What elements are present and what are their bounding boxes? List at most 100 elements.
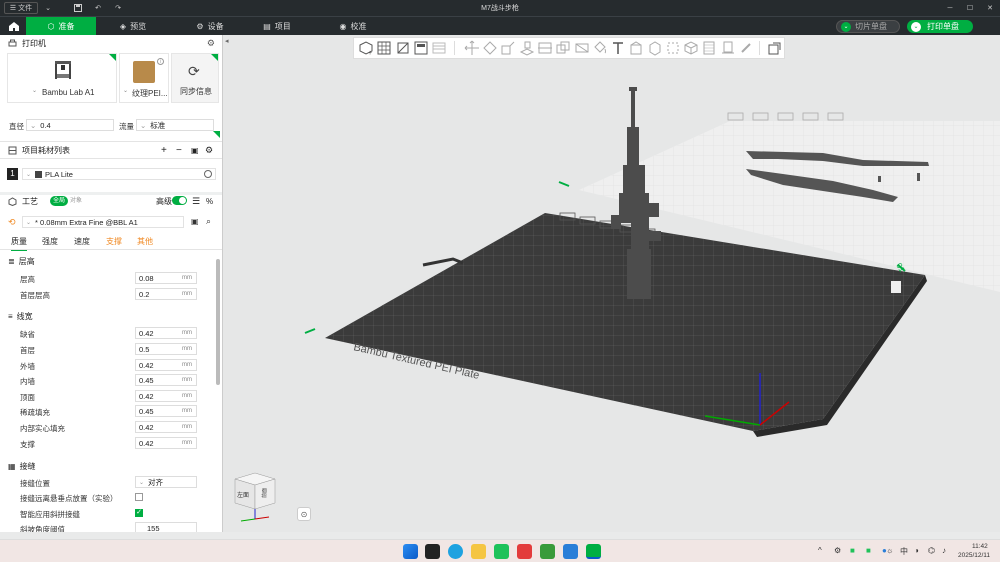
tab-support[interactable]: 支撑 <box>106 236 122 247</box>
seam-paint-icon[interactable] <box>645 39 663 57</box>
support-paint-icon[interactable] <box>627 39 645 57</box>
scale-icon[interactable] <box>499 39 517 57</box>
tab-preview[interactable]: ◈ 预览 <box>108 17 158 36</box>
move-icon[interactable] <box>463 39 481 57</box>
line-width-input[interactable]: 0.45 mm <box>135 374 197 386</box>
3d-viewport[interactable]: ◂ Bambu Textured PEI Plate 01 + 左面 前面 ⊙ <box>223 35 1000 532</box>
process-preset-select[interactable]: ⌄ * 0.08mm Extra Fine @BBL A1 <box>22 216 184 228</box>
edge-browser-icon[interactable] <box>448 544 463 559</box>
tab-others[interactable]: 其他 <box>137 236 153 247</box>
windows-start-icon[interactable] <box>403 544 418 559</box>
printer-card[interactable]: ⌄ Bambu Lab A1 <box>7 53 117 103</box>
measure-icon[interactable] <box>664 39 682 57</box>
print-button[interactable]: ⌄ 打印单盘 <box>907 20 973 33</box>
tray-messaging-icon[interactable]: ■ <box>866 546 871 555</box>
seam-position-select[interactable]: ⌄ 对齐 <box>135 476 197 488</box>
close-button[interactable]: ✕ <box>984 2 996 14</box>
input-method-icon[interactable]: ◑ <box>914 546 919 555</box>
view-icon[interactable] <box>766 39 784 57</box>
ime-indicator[interactable]: 中 <box>900 546 908 557</box>
add-filament-icon[interactable]: + <box>161 145 167 156</box>
clock-time[interactable]: 11:42 <box>972 543 988 550</box>
maximize-button[interactable]: ☐ <box>964 2 976 14</box>
tab-device[interactable]: ⚙ 设备 <box>185 17 235 36</box>
tab-prepare[interactable]: ⬡ 准备 <box>26 17 96 36</box>
line-width-input[interactable]: 0.42 mm <box>135 359 197 371</box>
nozzle-select[interactable]: ⌄ 0.4 <box>26 119 114 131</box>
add-object-icon[interactable]: + <box>357 39 375 57</box>
print-dropdown-icon[interactable]: ⌄ <box>911 21 921 32</box>
arrange-icon[interactable] <box>412 39 430 57</box>
tab-calibration[interactable]: ◉ 校准 <box>328 17 378 36</box>
remove-filament-icon[interactable]: − <box>176 145 182 156</box>
list-icon[interactable]: ☰ <box>192 196 200 207</box>
printer-settings-icon[interactable]: ⚙ <box>207 38 215 49</box>
percent-icon[interactable]: % <box>206 197 213 206</box>
reset-icon[interactable]: ⟲ <box>8 217 16 228</box>
tray-wechat-icon[interactable]: ■ <box>850 546 855 555</box>
printer-dropdown-icon[interactable]: ⌄ <box>32 87 37 94</box>
bambu-studio-icon[interactable] <box>586 544 601 559</box>
modifier-icon[interactable] <box>737 39 755 57</box>
slice-button[interactable]: ⌄ 切片单盘 <box>836 20 900 33</box>
app-icon[interactable] <box>540 544 555 559</box>
save-preset-icon[interactable]: ▣ <box>191 217 199 226</box>
wechat-icon[interactable] <box>494 544 509 559</box>
clock-date[interactable]: 2025/12/11 <box>958 552 990 559</box>
tab-project[interactable]: ▤ 项目 <box>252 17 302 36</box>
first-layer-height-input[interactable]: 0.2 mm <box>135 288 197 300</box>
tab-strength[interactable]: 强度 <box>42 236 58 247</box>
line-width-input[interactable]: 0.42 mm <box>135 327 197 339</box>
seam-overhang-checkbox[interactable] <box>135 493 143 501</box>
file-explorer-icon[interactable] <box>471 544 486 559</box>
scarf-seam-checkbox[interactable]: ✓ <box>135 509 143 517</box>
game-app-icon[interactable] <box>563 544 578 559</box>
tray-chevron-icon[interactable]: ^ <box>818 546 822 555</box>
terminal-icon[interactable] <box>425 544 440 559</box>
volume-icon[interactable]: ♪ <box>942 546 946 555</box>
network-icon[interactable]: ⌬ <box>928 546 935 555</box>
filament-settings-icon[interactable]: ⚙ <box>205 145 213 156</box>
panel-scrollbar[interactable] <box>216 259 220 385</box>
assembly-icon[interactable] <box>682 39 700 57</box>
line-width-input[interactable]: 0.42 mm <box>135 390 197 402</box>
layer-height-input[interactable]: 0.08 mm <box>135 272 197 284</box>
line-width-input[interactable]: 0.42 mm <box>135 421 197 433</box>
home-icon[interactable] <box>4 18 24 34</box>
minimize-button[interactable]: ─ <box>944 2 956 14</box>
sync-button[interactable]: ⟳ 同步信息 <box>171 53 219 103</box>
filament-select[interactable]: ⌄ PLA Lite <box>22 168 216 180</box>
tray-app-icon[interactable]: ⚙ <box>834 546 841 555</box>
flow-select[interactable]: ⌄ 标准 <box>136 119 214 131</box>
line-width-input[interactable]: 0.45 mm <box>135 405 197 417</box>
text-icon[interactable] <box>609 39 627 57</box>
filament-slot[interactable]: 1 <box>7 168 18 180</box>
line-width-input[interactable]: 0.42 mm <box>135 437 197 449</box>
info-icon[interactable]: i <box>157 58 164 65</box>
scene[interactable]: Bambu Textured PEI Plate 01 <box>223 35 1000 532</box>
lay-on-face-icon[interactable] <box>518 39 536 57</box>
boolean-icon[interactable] <box>554 39 572 57</box>
mesh-icon[interactable] <box>572 39 590 57</box>
tray-security-icon[interactable]: ☼ <box>886 546 893 555</box>
auto-orient-icon[interactable] <box>394 39 412 57</box>
cut-icon[interactable] <box>536 39 554 57</box>
paint-icon[interactable] <box>591 39 609 57</box>
add-plate-icon[interactable] <box>375 39 393 57</box>
tab-speed[interactable]: 速度 <box>74 236 90 247</box>
rotate-icon[interactable] <box>481 39 499 57</box>
variable-layer-icon[interactable] <box>700 39 718 57</box>
line-width-input[interactable]: 0.5 mm <box>135 343 197 355</box>
filament-copy-icon[interactable]: ▣ <box>191 146 199 155</box>
slope-angle-input[interactable]: 155 <box>135 522 197 532</box>
layout-icon[interactable] <box>430 39 448 57</box>
plate-card[interactable]: i ⌄ 纹理PEI... <box>119 53 169 103</box>
wps-icon[interactable] <box>517 544 532 559</box>
search-icon[interactable]: ⌕ <box>206 216 211 227</box>
filament-edit-icon[interactable] <box>204 170 212 178</box>
global-toggle[interactable]: 全局 <box>50 196 68 206</box>
zoom-fit-icon[interactable]: ⊙ <box>297 507 311 521</box>
view-cube[interactable]: 左面 前面 <box>231 467 281 523</box>
slice-dropdown-icon[interactable]: ⌄ <box>841 21 851 32</box>
plate-dropdown-icon[interactable]: ⌄ <box>123 87 128 94</box>
